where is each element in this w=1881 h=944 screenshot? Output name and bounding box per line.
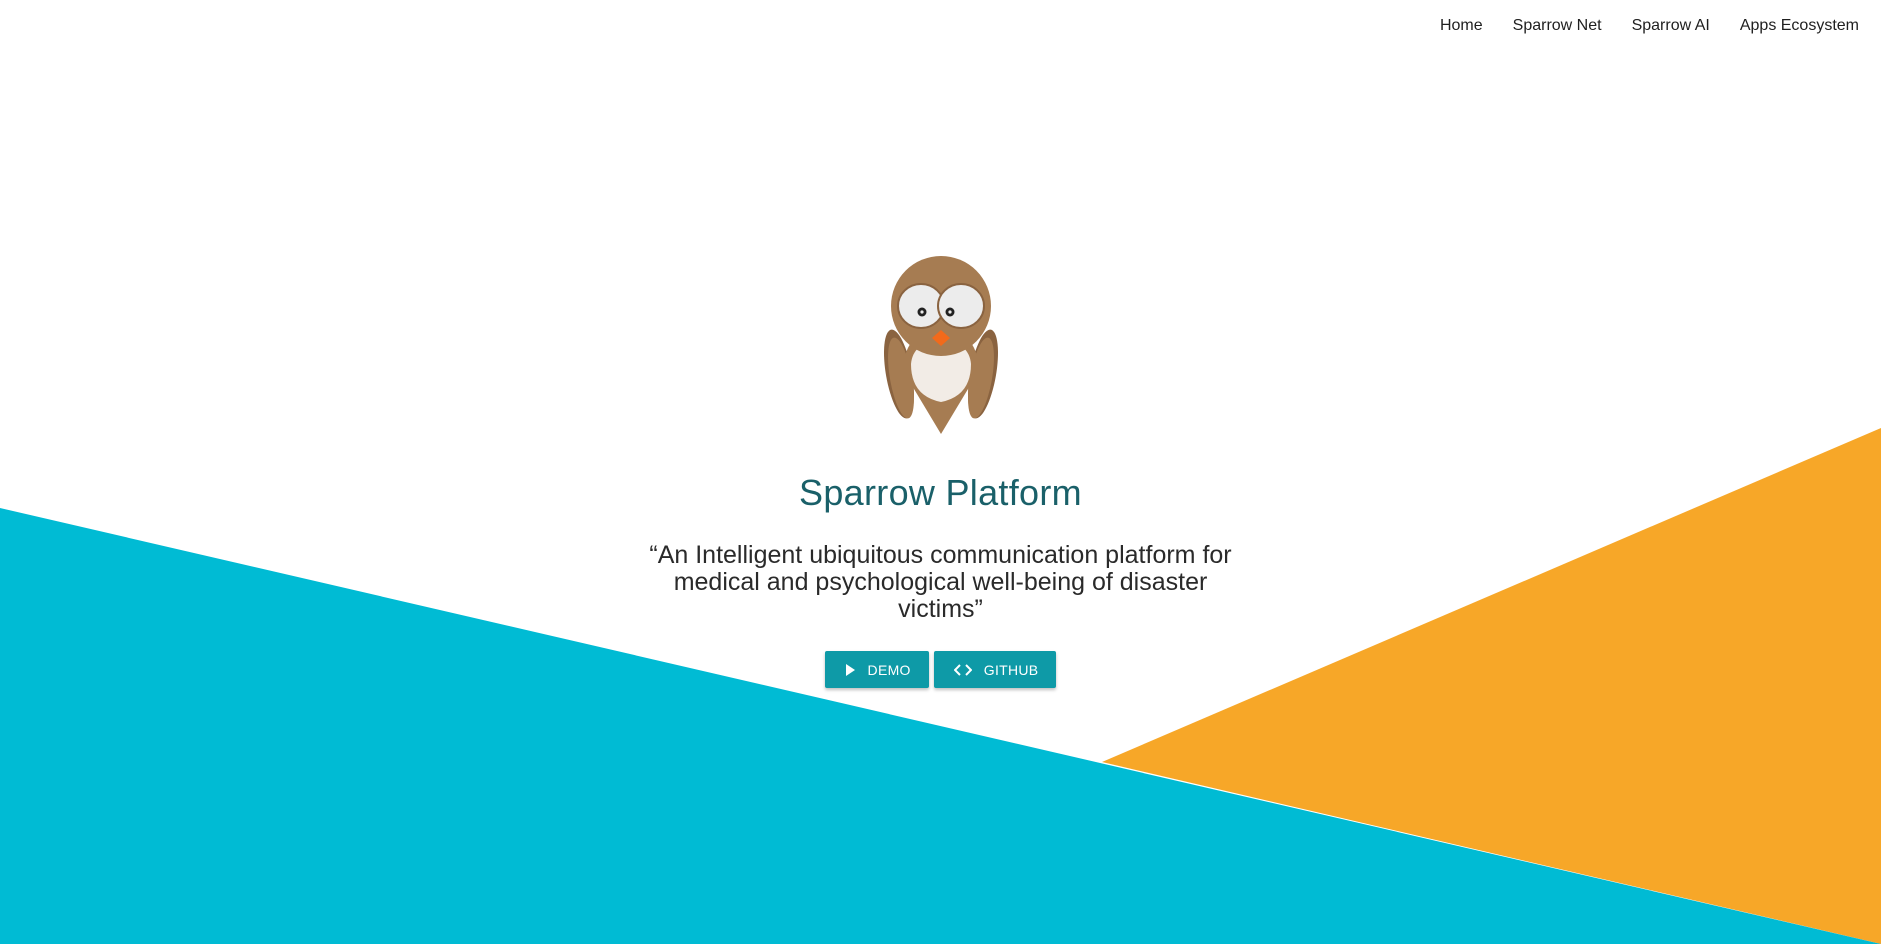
github-button-label: GITHUB bbox=[983, 661, 1039, 678]
nav-item-sparrow-ai[interactable]: Sparrow AI bbox=[1632, 17, 1710, 35]
code-icon bbox=[953, 663, 972, 676]
tagline: “An Intelligent ubiquitous communication… bbox=[649, 541, 1232, 623]
nav-item-home[interactable]: Home bbox=[1440, 17, 1483, 35]
github-button[interactable]: GITHUB bbox=[933, 651, 1057, 688]
nav-item-sparrow-net[interactable]: Sparrow Net bbox=[1513, 17, 1602, 35]
demo-button-label: DEMO bbox=[867, 661, 911, 678]
hero-section: Sparrow Platform “An Intelligent ubiquit… bbox=[0, 256, 1881, 688]
nav-item-apps-ecosystem[interactable]: Apps Ecosystem bbox=[1740, 17, 1859, 35]
hero-actions: DEMO GITHUB bbox=[824, 651, 1057, 688]
page-title: Sparrow Platform bbox=[799, 472, 1082, 513]
owl-logo-icon bbox=[883, 256, 998, 434]
page: Home Sparrow Net Sparrow AI Apps Ecosyst… bbox=[0, 0, 1881, 944]
top-navigation: Home Sparrow Net Sparrow AI Apps Ecosyst… bbox=[1440, 0, 1859, 52]
play-icon bbox=[845, 663, 856, 676]
demo-button[interactable]: DEMO bbox=[824, 651, 929, 688]
